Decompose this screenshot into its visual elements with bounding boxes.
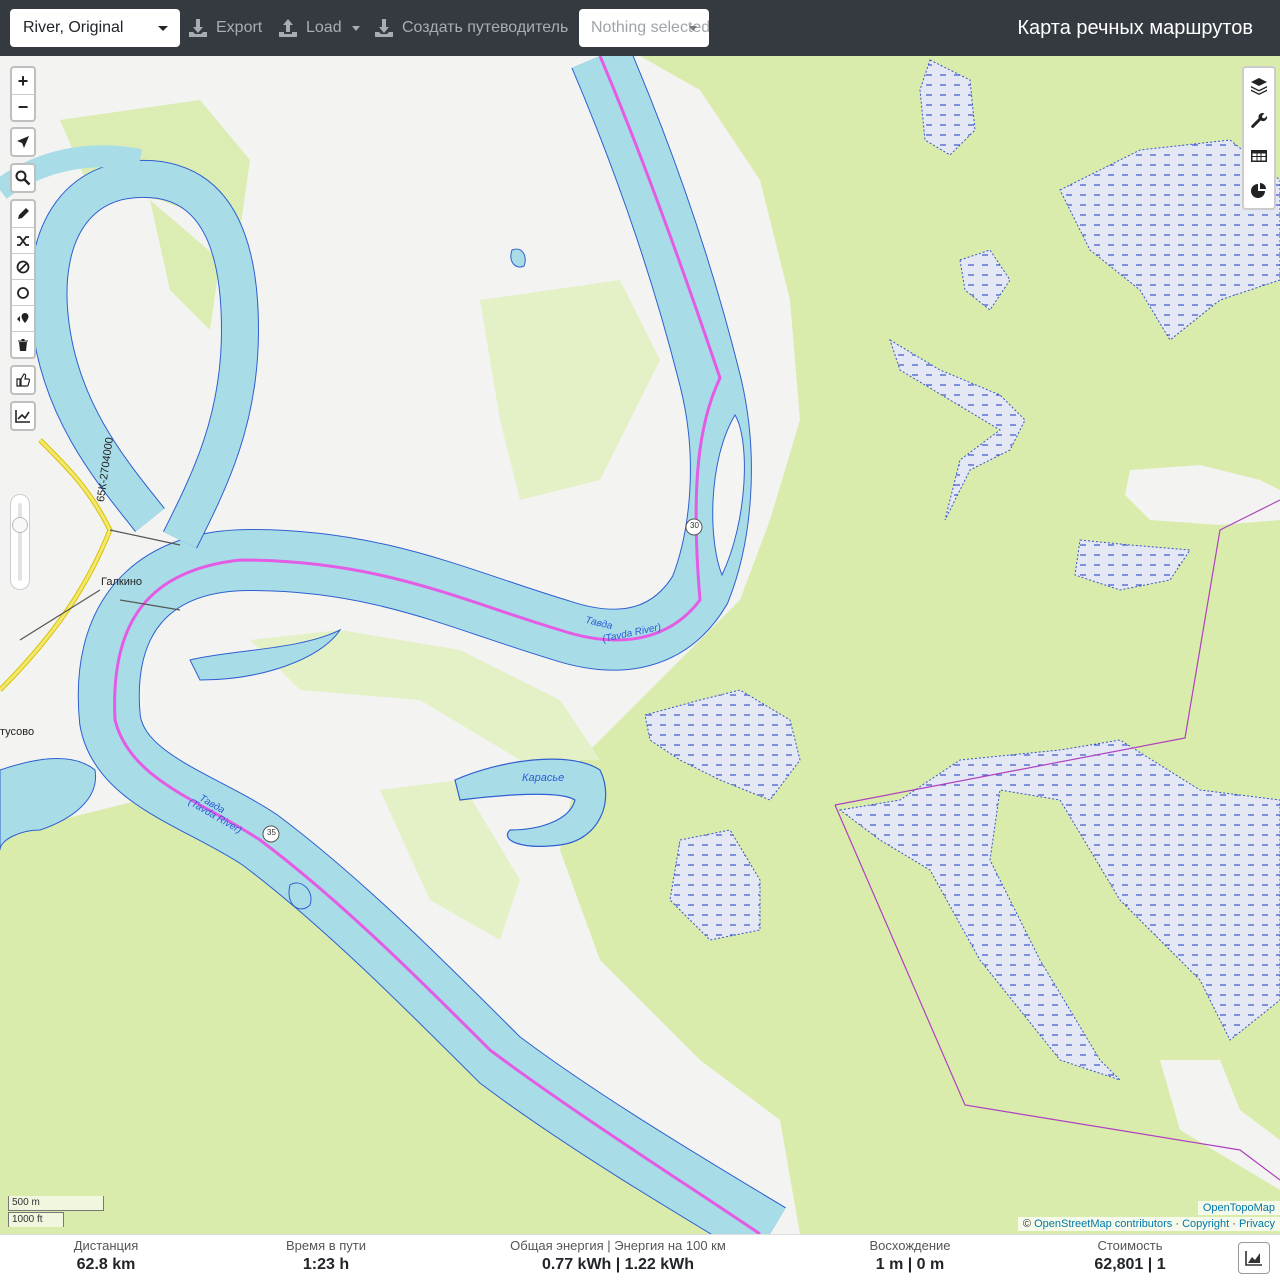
profile-select-value: River, Original (23, 19, 124, 36)
search-button[interactable] (12, 165, 34, 191)
reverse-route-button[interactable] (12, 227, 34, 253)
attribution-opentopomap-link[interactable]: OpenTopoMap (1197, 1201, 1280, 1215)
attribution-separator: · (1232, 1218, 1236, 1230)
stat-energy-value: 0.77 kWh | 1.22 kWh (541, 1256, 695, 1273)
top-navbar: River, Original Export Load Создать путе… (0, 0, 1280, 56)
attribution-bar: © OpenStreetMap contributors · Copyright… (1017, 1217, 1280, 1231)
layers-icon (1251, 77, 1267, 95)
profile-select[interactable]: River, Original (10, 9, 180, 47)
delete-route-button[interactable] (12, 331, 34, 357)
nogo-area-button[interactable] (12, 253, 34, 279)
layers-button[interactable] (1244, 68, 1274, 103)
stat-energy: Общая энергия | Энергия на 100 км 0.77 k… (490, 1237, 746, 1276)
elevation-chart-icon (15, 410, 30, 423)
shuffle-icon (17, 235, 29, 246)
locate-button[interactable] (12, 129, 34, 155)
feedback-button[interactable] (12, 367, 34, 393)
stat-ascent: Восхождение 1 m | 0 m (850, 1237, 970, 1276)
stat-ascent-label: Восхождение (869, 1238, 951, 1253)
table-icon (1251, 149, 1267, 162)
village-label-tusovo: тусово (0, 726, 35, 738)
load-button[interactable]: Load (278, 9, 360, 47)
route-pin-icon (17, 312, 29, 323)
area-chart-icon (1245, 1251, 1262, 1266)
download-icon (189, 19, 207, 37)
upload-icon (279, 19, 297, 37)
osm-contributors-link[interactable]: OpenStreetMap contributors (1034, 1218, 1172, 1230)
scale-metric: 500 m (8, 1196, 104, 1211)
zoom-slider-track (18, 503, 22, 581)
no-go-icon (16, 260, 30, 273)
stat-energy-label: Общая энергия | Энергия на 100 км (510, 1238, 726, 1253)
zoom-out-button[interactable]: − (12, 94, 34, 120)
stat-cost-label: Стоимость (1097, 1238, 1163, 1253)
stat-distance-value: 62.8 km (50, 1254, 162, 1276)
stat-distance-label: Дистанция (73, 1238, 139, 1253)
draw-route-button[interactable] (12, 201, 34, 227)
copyright-link[interactable]: Copyright (1182, 1218, 1229, 1230)
copyright-symbol: © (1022, 1218, 1032, 1230)
pie-chart-icon (1251, 182, 1266, 198)
load-label: Load (306, 19, 342, 36)
chevron-down-icon (351, 25, 360, 31)
elevation-chart-toggle-button[interactable] (1238, 1242, 1270, 1274)
create-guide-label: Создать путеводитель (402, 19, 569, 36)
selection-dropdown[interactable]: Nothing selected (579, 9, 709, 47)
settings-button[interactable] (1244, 103, 1274, 138)
stat-time-label: Время в пути (286, 1238, 366, 1253)
scale-imperial: 1000 ft (8, 1212, 64, 1227)
feedback-control (10, 365, 36, 395)
locate-control (10, 127, 36, 157)
stat-time-value: 1:23 h (266, 1254, 386, 1276)
topo-map-tiles (0, 56, 1280, 1234)
data-table-button[interactable] (1244, 138, 1274, 173)
app-title: Карта речных маршрутов (1017, 17, 1253, 39)
zoom-slider[interactable] (10, 494, 30, 590)
elevation-control (10, 401, 36, 431)
search-icon (15, 170, 31, 186)
export-button[interactable]: Export (188, 9, 262, 47)
circle-tool-button[interactable] (12, 279, 34, 305)
time-number: 1:23 (302, 1256, 335, 1273)
lake-label: Карасье (522, 772, 565, 784)
attribution-separator: · (1175, 1218, 1179, 1230)
stat-distance: Дистанция 62.8 km (50, 1237, 162, 1276)
km-marker-35: 35 (267, 828, 276, 837)
distance-unit: km (112, 1256, 136, 1273)
stat-ascent-value: 1 m | 0 m (875, 1256, 945, 1273)
right-toolbar (1242, 66, 1276, 210)
trash-icon (18, 338, 28, 351)
export-label: Export (216, 19, 263, 36)
pencil-icon (18, 208, 29, 219)
km-marker-30: 30 (690, 521, 699, 530)
draw-toolbar (10, 199, 36, 359)
stat-cost-value: 62,801 | 1 (1094, 1256, 1166, 1273)
distance-number: 62.8 (76, 1256, 108, 1273)
stat-cost: Стоимость 62,801 | 1 (1070, 1237, 1190, 1276)
create-guide-button[interactable]: Создать путеводитель (374, 9, 568, 47)
map-canvas[interactable]: Галкино тусово 65К-2704000 Тавда (Tavda … (0, 56, 1280, 1234)
privacy-link[interactable]: Privacy (1239, 1218, 1275, 1230)
locate-arrow-icon (17, 136, 29, 148)
stat-travel-time: Время в пути 1:23 h (266, 1237, 386, 1276)
zoom-in-button[interactable]: + (12, 68, 34, 94)
circle-icon (17, 286, 29, 299)
zoom-slider-handle[interactable] (12, 517, 28, 533)
time-unit: h (339, 1256, 350, 1273)
village-label-galkino: Галкино (101, 576, 143, 588)
thumbs-up-icon (16, 373, 30, 387)
wrench-icon (1251, 112, 1268, 128)
chevron-down-icon (158, 26, 168, 31)
search-control (10, 163, 36, 193)
chevron-down-icon (689, 26, 697, 31)
zoom-control: + − (10, 66, 36, 122)
analysis-button[interactable] (1244, 173, 1274, 208)
route-stats-bar: Дистанция 62.8 km Время в пути 1:23 h Об… (0, 1234, 1280, 1280)
download-icon (375, 19, 393, 37)
poi-button[interactable] (12, 305, 34, 331)
elevation-profile-button[interactable] (12, 403, 34, 429)
